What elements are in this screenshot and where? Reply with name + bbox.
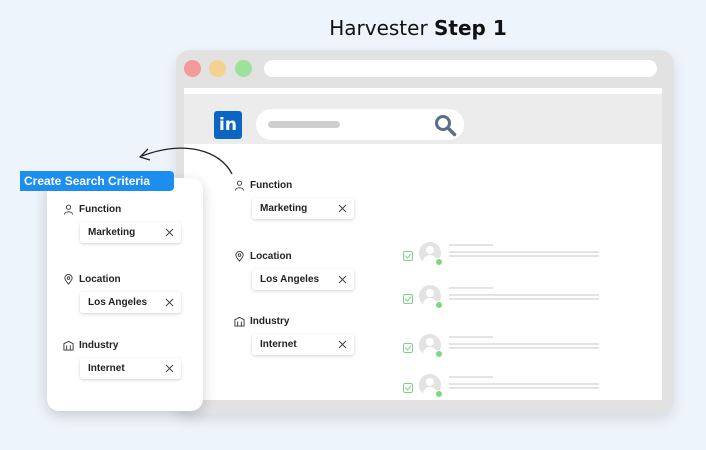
placeholder-line [449,347,599,349]
remove-icon[interactable] [337,203,348,214]
remove-icon[interactable] [337,274,348,285]
filter-label-industry: Industry [234,316,289,327]
filter-industry-value: Internet [260,339,297,350]
create-search-criteria-banner: Create Search Criteria [20,171,174,191]
filter-industry-label: Industry [250,316,290,327]
minimize-window-dot[interactable] [209,60,226,77]
placeholder-line [449,251,599,253]
filter-chip-industry[interactable]: Internet [252,334,354,355]
placeholder-line [449,298,599,300]
building-icon [63,340,74,351]
placeholder-line [449,294,599,296]
filter-label-function: Function [234,180,292,191]
maximize-window-dot[interactable] [235,60,252,77]
checkbox[interactable] [403,294,413,304]
filter-function-label: Function [250,180,293,191]
search-criteria-card: Function Marketing Location Los Angeles … [47,178,203,411]
card-label-industry: Industry [63,340,118,351]
filter-label-location: Location [234,251,292,262]
card-chip-location[interactable]: Los Angeles [80,292,181,313]
heading-normal: Harvester [329,16,435,40]
card-location-label: Location [79,274,121,285]
building-icon [234,316,245,327]
card-function-label: Function [79,204,122,215]
linkedin-header: in [184,94,662,144]
card-industry-label: Industry [79,340,119,351]
person-icon [234,180,245,191]
remove-icon[interactable] [164,227,175,238]
online-status-dot [435,301,443,309]
search-input[interactable] [256,109,464,140]
address-bar[interactable] [264,60,657,77]
placeholder-line [449,343,599,345]
browser-window: in Function Marketing Location Los Angel [176,50,674,414]
filter-function-value: Marketing [260,203,308,214]
location-pin-icon [64,274,73,285]
card-function-value: Marketing [88,227,136,238]
remove-icon[interactable] [337,339,348,350]
placeholder-line [449,387,599,389]
online-status-dot [435,350,443,358]
card-label-location: Location [63,274,121,285]
card-label-function: Function [63,204,121,215]
placeholder-line [449,287,493,289]
remove-icon[interactable] [164,297,175,308]
checkbox[interactable] [403,383,413,393]
filter-chip-location[interactable]: Los Angeles [252,269,354,290]
browser-viewport: in Function Marketing Location Los Angel [184,88,662,400]
person-icon [63,204,74,215]
placeholder-line [449,376,493,378]
card-industry-value: Internet [88,363,125,374]
search-placeholder-line [268,121,340,128]
placeholder-line [449,383,599,385]
location-pin-icon [235,251,244,262]
online-status-dot [435,258,443,266]
card-chip-industry[interactable]: Internet [80,358,181,379]
card-chip-function[interactable]: Marketing [80,222,181,243]
filter-location-label: Location [250,251,292,262]
remove-icon[interactable] [164,363,175,374]
placeholder-line [449,255,599,257]
online-status-dot [435,390,443,398]
linkedin-logo[interactable]: in [214,111,242,139]
filter-chip-function[interactable]: Marketing [252,198,354,219]
checkbox[interactable] [403,343,413,353]
filter-location-value: Los Angeles [260,274,320,285]
close-window-dot[interactable] [184,60,201,77]
checkbox[interactable] [403,251,413,261]
placeholder-line [449,244,493,246]
placeholder-line [449,336,493,338]
search-icon[interactable] [433,113,457,137]
heading-bold: Step 1 [434,16,507,40]
page-heading: Harvester Step 1 [0,16,706,40]
card-location-value: Los Angeles [88,297,148,308]
